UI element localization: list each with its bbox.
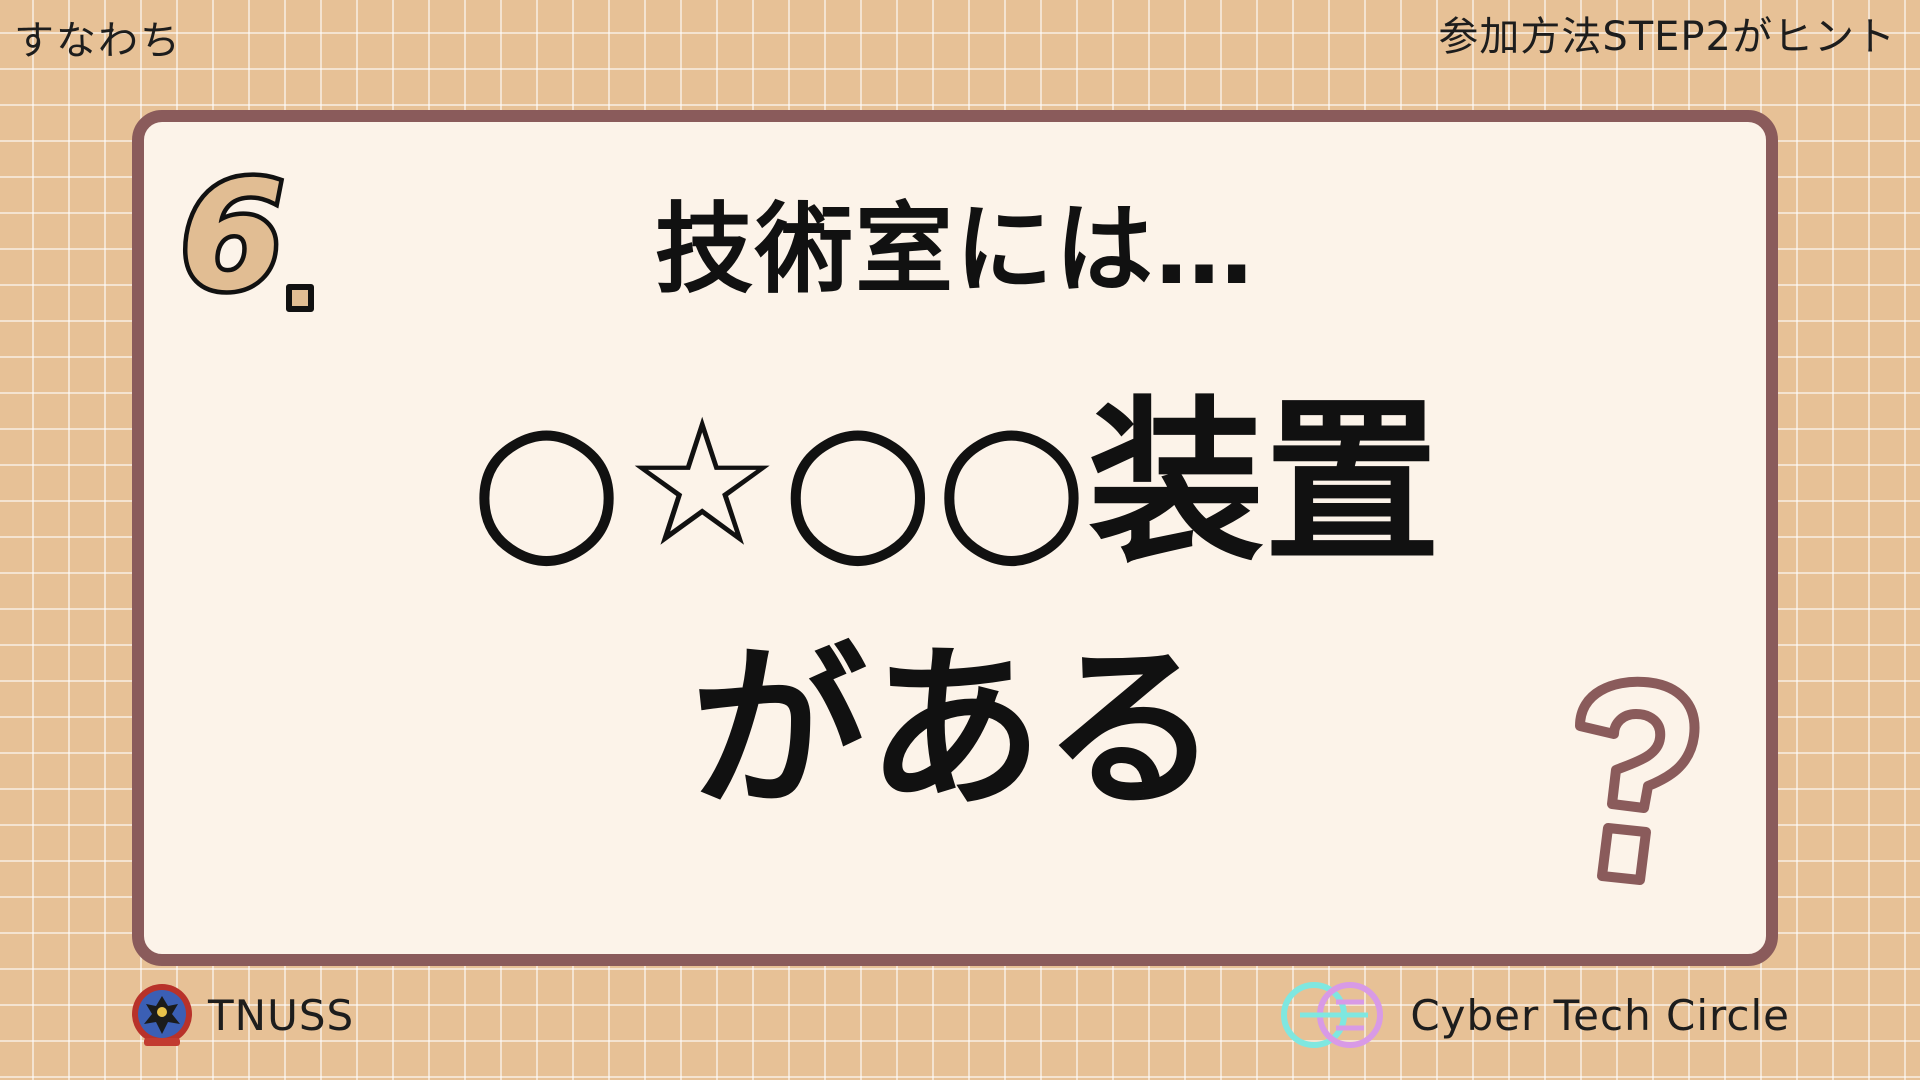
eagle-crest-icon <box>132 984 192 1046</box>
corner-label-left: すなわち <box>14 18 182 64</box>
quiz-card: 6 技術室には… ○☆○○装置 がある <box>132 110 1778 966</box>
answer-line-2: がある <box>690 627 1219 832</box>
question-headline: 技術室には… <box>654 193 1255 307</box>
answer-blanks: ○☆○○ <box>469 381 1089 586</box>
footer-right-label: Cyber Tech Circle <box>1410 990 1790 1040</box>
answer-word: 装置 <box>1088 381 1441 586</box>
answer-line-1: ○☆○○装置 <box>144 384 1766 584</box>
footer-cyber-tech-circle: Cyber Tech Circle <box>1276 976 1790 1054</box>
question-mark-icon <box>1575 676 1700 885</box>
corner-label-right: 参加方法STEP2がヒント <box>1438 14 1896 60</box>
footer-left-label: TNUSS <box>208 990 355 1040</box>
circle-logo-icon <box>1281 982 1384 1048</box>
footer-tnuss: TNUSS <box>130 980 354 1050</box>
